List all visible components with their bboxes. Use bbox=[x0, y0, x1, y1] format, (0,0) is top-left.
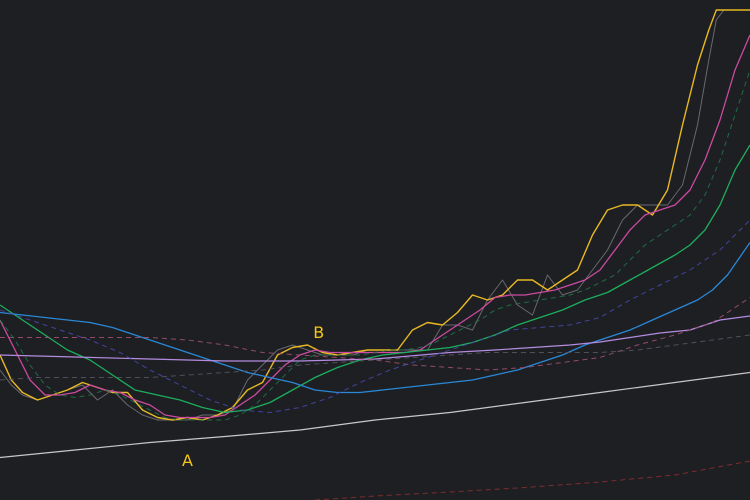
line-chart: A B bbox=[0, 0, 750, 500]
chart-background bbox=[0, 0, 750, 500]
annotation-b: B bbox=[313, 323, 324, 342]
annotation-a: A bbox=[182, 451, 193, 470]
